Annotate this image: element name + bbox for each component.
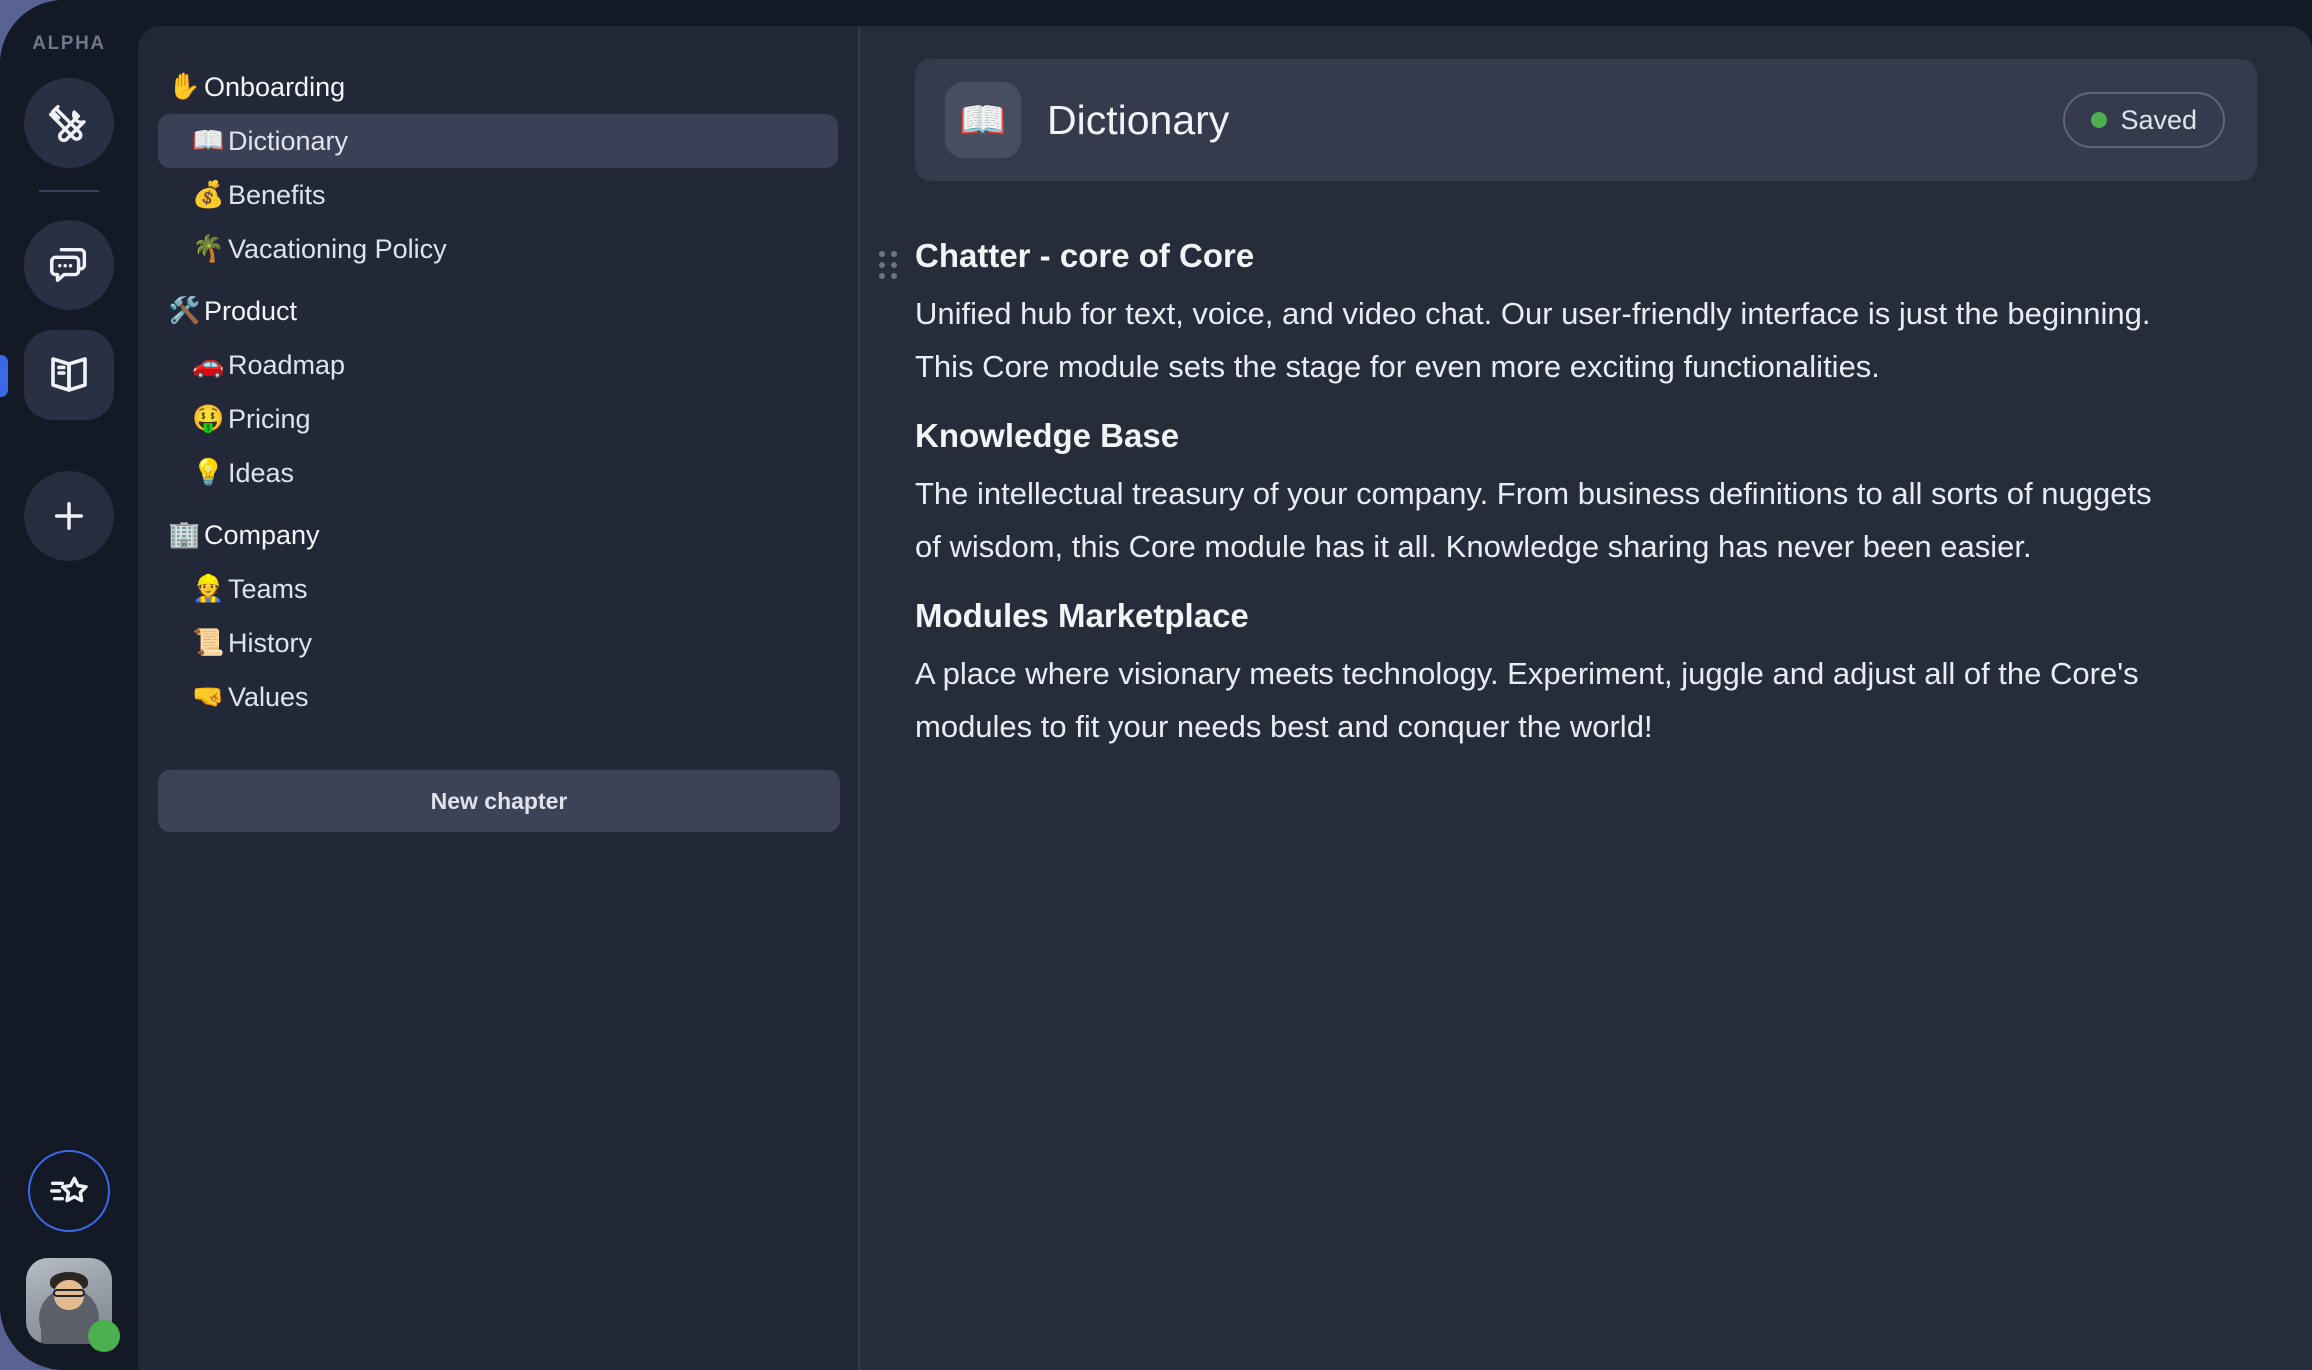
drag-handle-icon[interactable] — [879, 251, 897, 279]
light-bulb-emoji-icon: 💡 — [192, 458, 225, 488]
status-label: Saved — [2120, 104, 2197, 135]
presence-indicator — [88, 1320, 120, 1352]
sidebar-item-teams[interactable]: 👷 Teams — [158, 562, 838, 616]
tools-icon — [46, 100, 92, 146]
rail-item-add[interactable] — [24, 471, 114, 561]
block-paragraph: The intellectual treasury of your compan… — [915, 475, 2152, 564]
sidebar-label: Vacationing Policy — [228, 233, 447, 264]
document-icon: 📖 — [945, 82, 1021, 158]
chat-icon — [46, 242, 92, 288]
sidebar-item-roadmap[interactable]: 🚗 Roadmap — [158, 338, 838, 392]
document-header: 📖 Dictionary Saved — [915, 59, 2257, 181]
open-book-emoji-icon: 📖 — [192, 126, 225, 156]
sidebar-label: Dictionary — [228, 125, 349, 156]
chapters-sidebar: ✋ Onboarding 📖 Dictionary 💰 Benefits 🌴 V… — [138, 26, 860, 1370]
rail-item-knowledge[interactable] — [24, 330, 114, 420]
scroll-emoji-icon: 📜 — [192, 628, 225, 658]
construction-worker-emoji-icon: 👷 — [192, 574, 225, 604]
sidebar-item-ideas[interactable]: 💡 Ideas — [158, 446, 838, 500]
hand-emoji-icon: ✋ — [168, 72, 201, 102]
sidebar-label: Onboarding — [204, 71, 346, 102]
sidebar-item-values[interactable]: 🤜 Values — [158, 670, 838, 724]
hammer-and-wrench-emoji-icon: 🛠️ — [168, 296, 201, 326]
sidebar-section-company[interactable]: 🏢 Company — [158, 508, 838, 562]
money-mouth-face-emoji-icon: 🤑 — [192, 404, 225, 434]
block-paragraph: Unified hub for text, voice, and video c… — [915, 295, 2151, 384]
money-bag-emoji-icon: 💰 — [192, 180, 225, 210]
new-chapter-button[interactable]: New chapter — [158, 770, 840, 832]
handshake-emoji-icon: 🤜 — [192, 682, 225, 712]
office-building-emoji-icon: 🏢 — [168, 520, 201, 550]
sidebar-label: Product — [204, 295, 298, 326]
app-rail: ALPHA — [0, 0, 138, 1370]
avatar-glasses — [52, 1288, 86, 1297]
sidebar-item-dictionary[interactable]: 📖 Dictionary — [158, 114, 838, 168]
star-list-icon — [46, 1168, 92, 1214]
sidebar-item-vacationing-policy[interactable]: 🌴 Vacationing Policy — [158, 222, 838, 276]
sidebar-label: History — [228, 627, 313, 658]
sidebar-item-history[interactable]: 📜 History — [158, 616, 838, 670]
sidebar-section-product[interactable]: 🛠️ Product — [158, 284, 838, 338]
sidebar-item-pricing[interactable]: 🤑 Pricing — [158, 392, 838, 446]
rail-item-highlights[interactable] — [28, 1150, 110, 1232]
content-panel: ✋ Onboarding 📖 Dictionary 💰 Benefits 🌴 V… — [138, 26, 2312, 1370]
active-rail-indicator — [0, 355, 8, 397]
document-area: 📖 Dictionary Saved Chatter - core of Cor… — [860, 26, 2312, 1370]
rail-item-tools[interactable] — [24, 78, 114, 168]
sidebar-item-benefits[interactable]: 💰 Benefits — [158, 168, 838, 222]
workspace-label: ALPHA — [32, 33, 106, 54]
rail-divider — [39, 190, 99, 192]
sidebar-label: Company — [204, 519, 320, 550]
document-body[interactable]: Chatter - core of Core Unified hub for t… — [879, 181, 2257, 753]
page-title[interactable]: Dictionary — [1047, 97, 2063, 144]
app-window: ALPHA ✋ Onboarding 📖 Dictionary 💰 Benefi… — [0, 0, 2312, 1370]
new-chapter-label: New chapter — [430, 787, 568, 814]
sidebar-label: Pricing — [228, 403, 311, 434]
block-heading: Chatter - core of Core — [915, 237, 1255, 274]
sidebar-section-onboarding[interactable]: ✋ Onboarding — [158, 60, 838, 114]
sidebar-label: Values — [228, 681, 309, 712]
block-heading: Knowledge Base — [915, 417, 1180, 455]
sidebar-label: Roadmap — [228, 349, 346, 380]
sidebar-label: Teams — [228, 573, 308, 604]
car-emoji-icon: 🚗 — [192, 350, 225, 380]
book-icon — [45, 351, 93, 399]
document-block: Modules Marketplace A place where vision… — [915, 591, 2257, 753]
sidebar-label: Ideas — [228, 457, 295, 488]
sidebar-label: Benefits — [228, 179, 326, 210]
status-dot-icon — [2091, 112, 2108, 128]
document-block: Chatter - core of Core Unified hub for t… — [879, 231, 2257, 393]
palm-tree-emoji-icon: 🌴 — [192, 234, 225, 264]
rail-item-chat[interactable] — [24, 220, 114, 310]
status-badge[interactable]: Saved — [2063, 92, 2225, 148]
block-heading: Modules Marketplace — [915, 597, 1249, 635]
document-block: Knowledge Base The intellectual treasury… — [915, 411, 2257, 573]
plus-icon — [48, 495, 90, 537]
block-paragraph: A place where visionary meets technology… — [915, 655, 2139, 745]
